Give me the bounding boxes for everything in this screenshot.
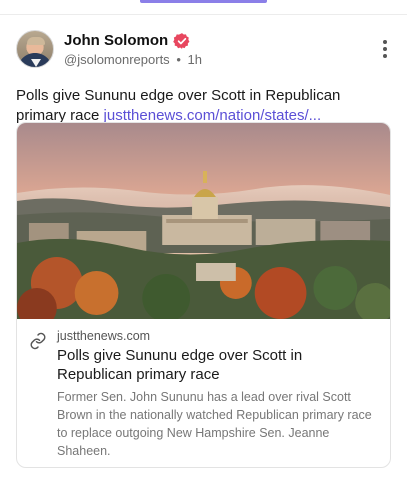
preview-image[interactable]	[17, 123, 390, 319]
verified-badge-icon	[173, 32, 191, 50]
avatar[interactable]	[16, 30, 54, 68]
preview-body: justthenews.com Polls give Sununu edge o…	[17, 319, 390, 460]
author-name[interactable]: John Solomon	[64, 32, 168, 49]
preview-title[interactable]: Polls give Sununu edge over Scott in Rep…	[57, 346, 378, 384]
preview-domain: justthenews.com	[57, 329, 151, 343]
post-header: John Solomon @jsolomonreports • 1h	[16, 29, 391, 69]
post-text: Polls give Sununu edge over Scott in Rep…	[16, 86, 386, 126]
post-time[interactable]: 1h	[188, 52, 202, 67]
author-info: John Solomon @jsolomonreports • 1h	[64, 32, 202, 67]
preview-description: Former Sen. John Sununu has a lead over …	[57, 390, 372, 458]
active-tab-indicator	[140, 0, 267, 3]
meta-separator: •	[176, 51, 181, 67]
more-vertical-icon[interactable]	[375, 37, 395, 61]
post-meta: @jsolomonreports • 1h	[64, 52, 202, 67]
author-name-row: John Solomon	[64, 32, 202, 50]
author-handle[interactable]: @jsolomonreports	[64, 52, 170, 67]
link-preview-card[interactable]: justthenews.com Polls give Sununu edge o…	[16, 122, 391, 468]
link-icon	[30, 332, 46, 350]
